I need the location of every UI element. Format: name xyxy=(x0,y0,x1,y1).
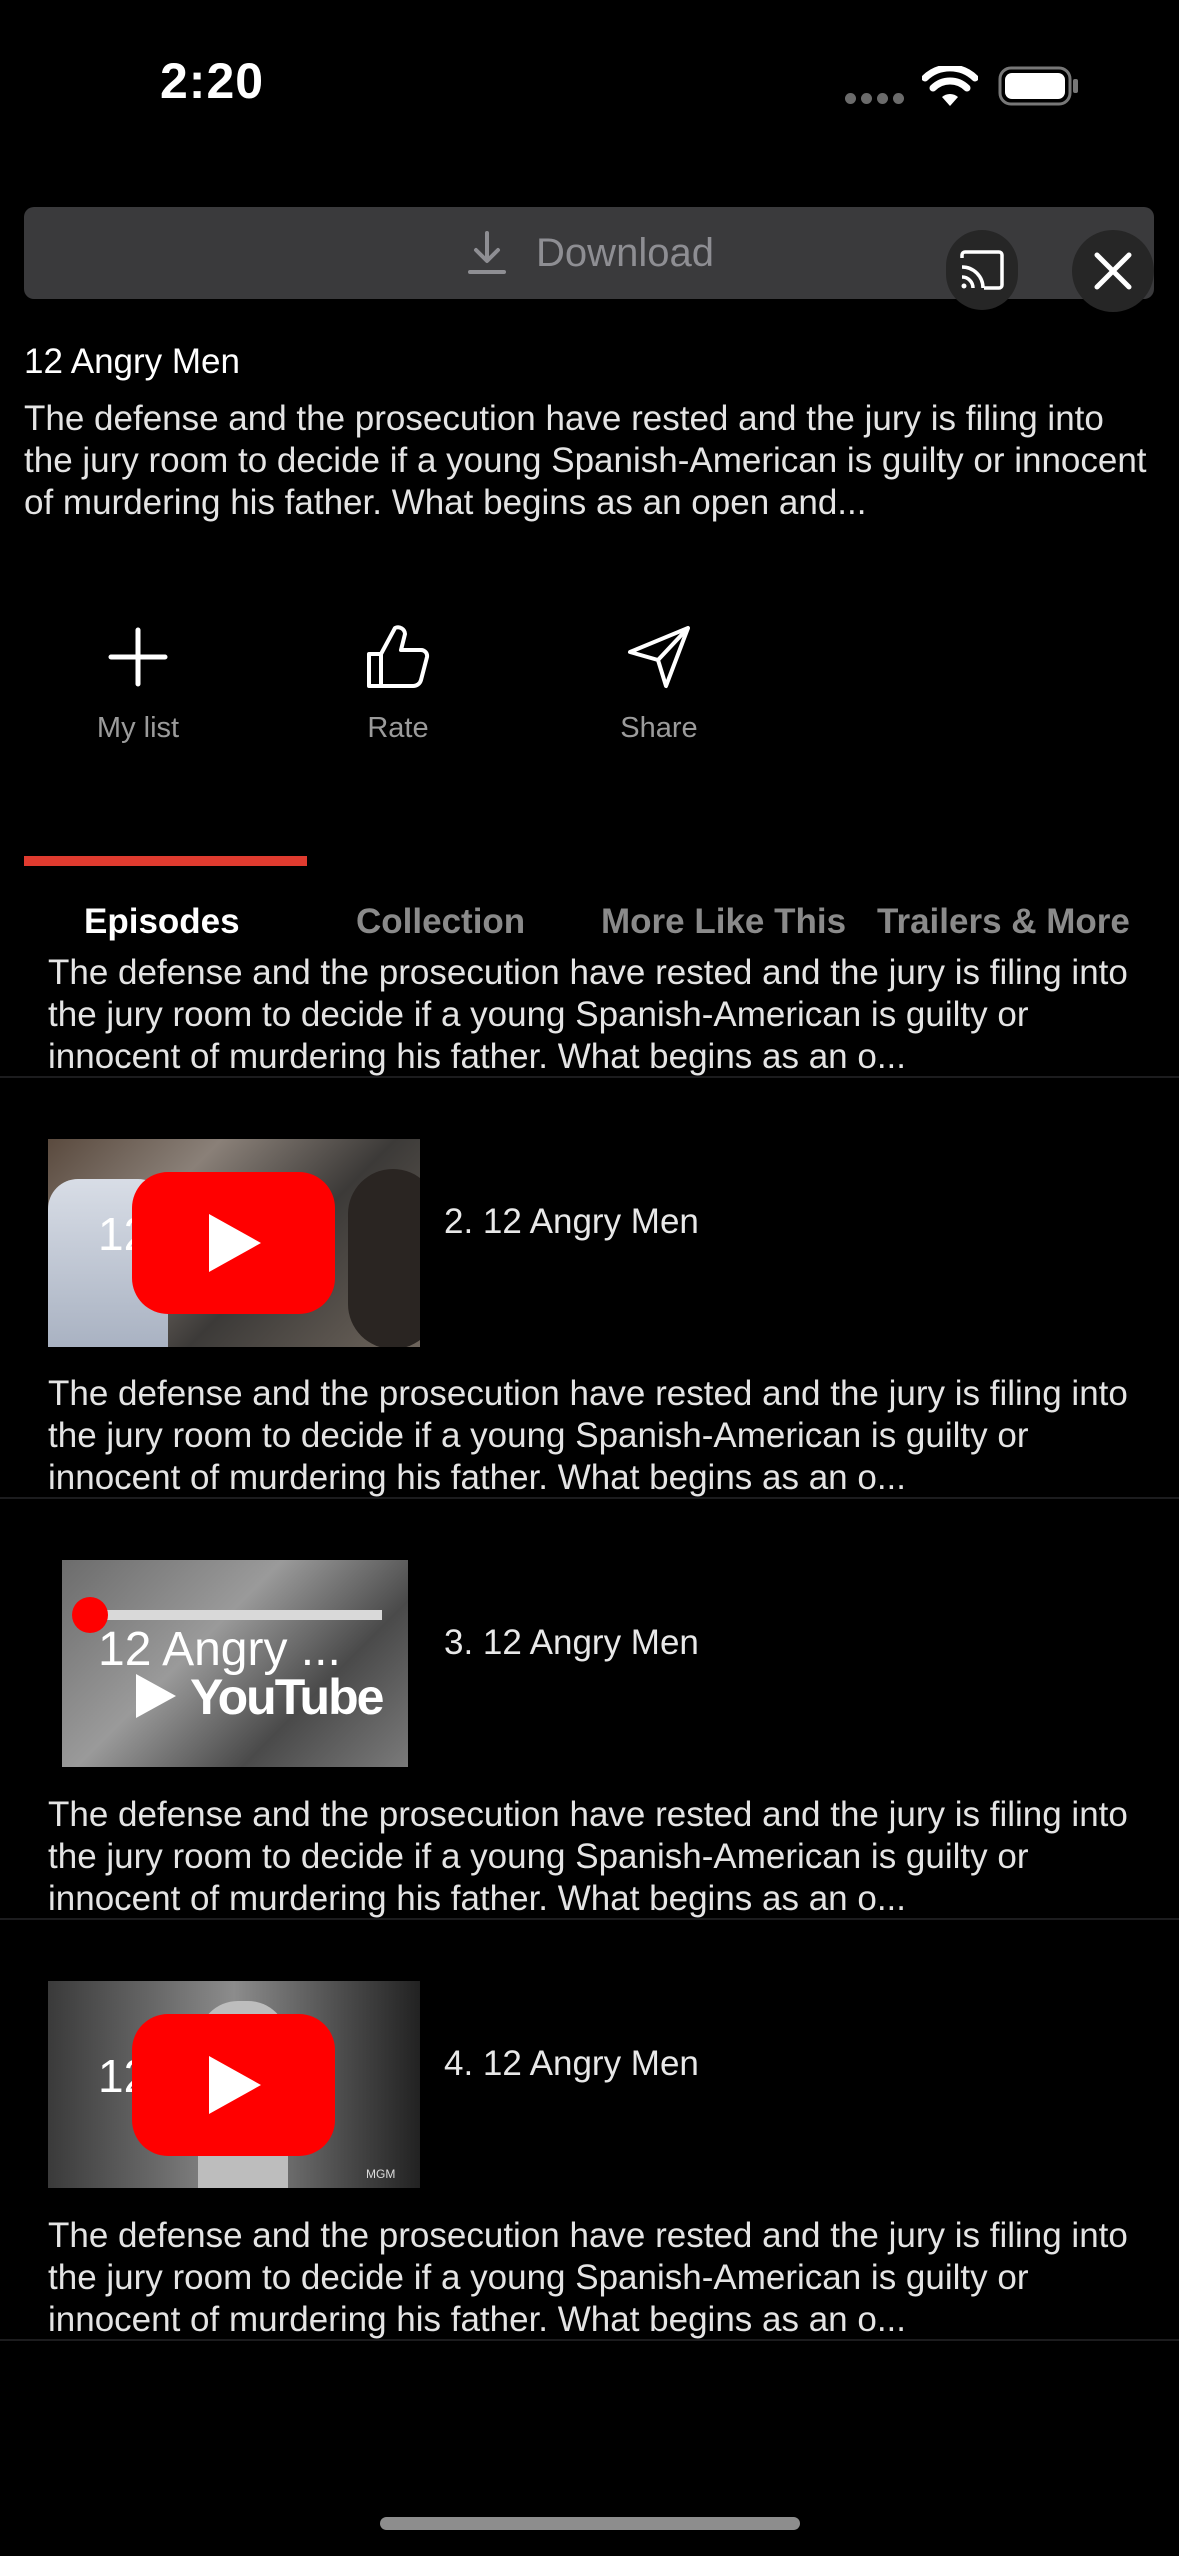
tab-trailers-and-more[interactable]: Trailers & More xyxy=(877,902,1130,942)
cast-button[interactable] xyxy=(946,230,1018,310)
movie-synopsis: The defense and the prosecution have res… xyxy=(24,399,1147,522)
youtube-play-icon xyxy=(132,1172,335,1314)
wifi-icon xyxy=(922,66,978,106)
episode-2-title[interactable]: 2. 12 Angry Men xyxy=(444,1202,699,1242)
download-label: Download xyxy=(536,230,714,275)
status-bar: 2:20 xyxy=(0,0,1179,150)
thumbnail-progress-track xyxy=(92,1610,382,1620)
divider xyxy=(0,1918,1179,1920)
divider xyxy=(0,2339,1179,2341)
episode-3-description: The defense and the prosecution have res… xyxy=(48,1795,1128,1918)
episode-2-thumbnail[interactable]: 12 .. xyxy=(48,1139,420,1347)
my-list-label: My list xyxy=(96,712,180,744)
plus-icon xyxy=(108,627,168,687)
send-icon xyxy=(628,626,690,688)
battery-icon xyxy=(998,66,1078,106)
share-button[interactable]: Share xyxy=(569,622,749,745)
cast-icon xyxy=(960,250,1004,290)
episode-3-title[interactable]: 3. 12 Angry Men xyxy=(444,1623,699,1663)
episode-3-thumbnail[interactable]: 12 Angry ... YouTube xyxy=(62,1560,408,1767)
thumbs-up-icon xyxy=(367,625,430,688)
episode-4-description: The defense and the prosecution have res… xyxy=(48,2216,1128,2339)
thumbnail-watermark: MGM xyxy=(366,2167,396,2181)
divider xyxy=(0,1497,1179,1499)
close-icon xyxy=(1094,252,1132,290)
episode-4-thumbnail[interactable]: 12 .. MGM xyxy=(48,1981,420,2188)
rate-label: Rate xyxy=(367,712,429,744)
thumbnail-figure xyxy=(348,1169,420,1347)
active-tab-indicator xyxy=(24,856,307,866)
close-button[interactable] xyxy=(1072,230,1154,312)
status-time: 2:20 xyxy=(160,53,265,109)
youtube-play-icon xyxy=(132,2014,335,2156)
divider xyxy=(0,1076,1179,1078)
share-label: Share xyxy=(620,712,698,744)
youtube-wordmark: YouTube xyxy=(190,1669,384,1725)
tab-episodes[interactable]: Episodes xyxy=(84,902,240,942)
episode-1-description: The defense and the prosecution have res… xyxy=(48,953,1128,1076)
cellular-signal-icon xyxy=(845,93,905,105)
tab-bar: Episodes Collection More Like This Trail… xyxy=(0,902,1179,952)
tab-more-like-this[interactable]: More Like This xyxy=(601,902,846,942)
episode-4-title[interactable]: 4. 12 Angry Men xyxy=(444,2044,699,2084)
home-indicator[interactable] xyxy=(380,2517,800,2530)
my-list-button[interactable]: My list xyxy=(48,622,228,745)
episode-2-description: The defense and the prosecution have res… xyxy=(48,1374,1128,1497)
movie-title: 12 Angry Men xyxy=(24,342,240,381)
tab-collection[interactable]: Collection xyxy=(356,902,525,942)
rate-button[interactable]: Rate xyxy=(308,622,488,745)
download-icon xyxy=(468,231,507,274)
play-icon xyxy=(136,1674,176,1718)
